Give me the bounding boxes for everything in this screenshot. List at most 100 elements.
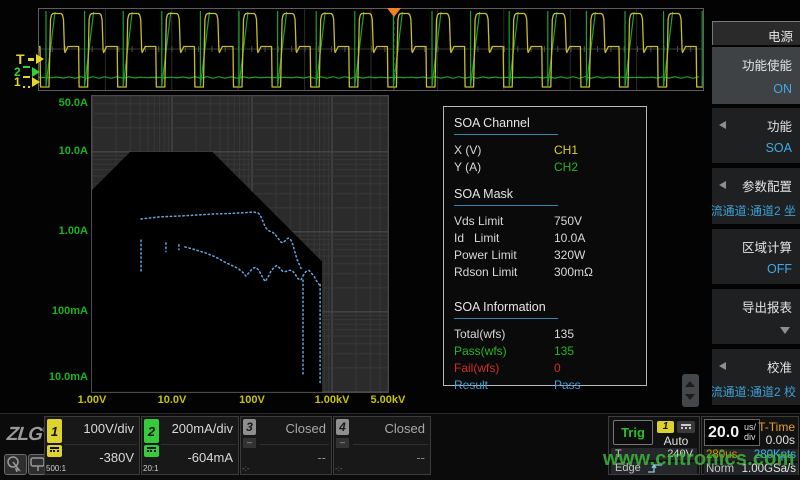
x-tick-label: 5.00kV bbox=[370, 394, 405, 406]
soa-info-panel: SOA Channel X (V) CH1 Y (A) CH2 SOA Mask… bbox=[443, 106, 647, 386]
channel-1-offset: -380V bbox=[64, 450, 134, 465]
channel-3-box[interactable]: 3 – -:- Closed -- bbox=[240, 416, 332, 475]
soa-x-channel-row: X (V) CH1 bbox=[454, 142, 646, 159]
chevron-up-icon[interactable] bbox=[685, 381, 695, 387]
channel-1-badge: 1 bbox=[47, 419, 62, 443]
chevron-down-icon[interactable] bbox=[685, 394, 695, 400]
chevron-left-icon bbox=[719, 362, 726, 370]
channel-4-offset: -- bbox=[353, 450, 425, 465]
x-tick-label: 10.0V bbox=[158, 394, 187, 406]
y-tick-label: 100mA bbox=[34, 305, 88, 317]
section-rule bbox=[454, 318, 558, 319]
timebase-value: 20.0 bbox=[708, 424, 739, 442]
watermark: www.cntronics.com bbox=[603, 448, 795, 471]
coupling-off-icon: – bbox=[336, 438, 349, 448]
channel-3-badge: 3 bbox=[243, 419, 256, 435]
channel-4-badge: 4 bbox=[336, 419, 349, 435]
arrow-right-icon bbox=[36, 54, 44, 64]
section-rule bbox=[454, 134, 558, 135]
mask-row: Rdson Limit 300mΩ bbox=[454, 264, 646, 281]
section-rule bbox=[454, 205, 558, 206]
channel-1-marker[interactable]: 1 bbox=[14, 75, 40, 89]
sidebar-item-power[interactable]: 电源 bbox=[712, 21, 800, 45]
soa-plot-canvas bbox=[92, 96, 388, 392]
arrow-shaft-icon bbox=[28, 58, 34, 61]
channel-4-box[interactable]: 4 – -:- Closed -- bbox=[333, 416, 431, 475]
brand-logo: ZLG® bbox=[6, 424, 49, 446]
waveform-strip bbox=[38, 8, 704, 91]
t-time-value: 0.00s bbox=[766, 433, 795, 447]
probe-ratio: 20:1 bbox=[143, 464, 159, 473]
info-row-result: Result Pass bbox=[454, 377, 646, 394]
y-tick-label: 1.00A bbox=[34, 225, 88, 237]
x-tick-label: 1.00kV bbox=[315, 394, 350, 406]
divider bbox=[64, 444, 137, 445]
arrow-right-icon bbox=[32, 77, 40, 87]
chevron-down-icon bbox=[780, 327, 790, 334]
channel-2-box[interactable]: 2 20:1 200mA/div -604mA bbox=[141, 416, 239, 475]
sidebar-item-calibration[interactable]: 校准 电流通道:通道2 校 bbox=[712, 349, 800, 405]
sidebar-item-export-report[interactable]: 导出报表 bbox=[712, 289, 800, 344]
y-channel-value: CH2 bbox=[554, 159, 578, 176]
soa-y-channel-row: Y (A) CH2 bbox=[454, 159, 646, 176]
channel-1-label: 1 bbox=[14, 75, 21, 89]
sidebar-item-function-enable[interactable]: 功能使能 ON bbox=[712, 47, 800, 104]
info-row-fail: Fail(wfs) 0 bbox=[454, 360, 646, 377]
menu-scroll-control[interactable] bbox=[682, 374, 699, 407]
trigger-mode: Auto bbox=[655, 434, 697, 448]
sidebar-item-parameter-config[interactable]: 参数配置 电流通道:通道2 坐 bbox=[712, 168, 800, 224]
oscilloscope-screen: T 2 1 1.00V10.0V100V1.00kV5.00kV50.0A10.… bbox=[0, 0, 800, 480]
mask-row: Id Limit 10.0A bbox=[454, 230, 646, 247]
touch-tool-button[interactable] bbox=[4, 454, 27, 475]
coupling-off-icon: – bbox=[243, 438, 256, 448]
trigger-coupling-icon bbox=[677, 421, 695, 433]
soa-plot bbox=[92, 96, 388, 392]
sidebar-item-function[interactable]: 功能 SOA bbox=[712, 108, 800, 163]
soa-information-title: SOA Information bbox=[454, 297, 646, 318]
y-tick-label: 10.0mA bbox=[34, 371, 88, 383]
info-row-total: Total(wfs) 135 bbox=[454, 326, 646, 343]
waveform-canvas bbox=[39, 9, 703, 90]
touch-icon bbox=[5, 455, 24, 472]
trigger-status: Trig bbox=[613, 420, 653, 445]
timebase-unit: us/ div bbox=[744, 422, 756, 442]
x-channel-value: CH1 bbox=[554, 142, 578, 159]
trigger-source-badge: 1 bbox=[657, 421, 674, 433]
dc-coupling-icon bbox=[47, 445, 62, 457]
channel-2-offset: -604mA bbox=[161, 450, 233, 465]
chevron-left-icon bbox=[719, 121, 726, 129]
channel-3-offset: -- bbox=[260, 450, 326, 465]
x-channel-label: X (V) bbox=[454, 142, 554, 159]
y-tick-label: 10.0A bbox=[34, 145, 88, 157]
probe-ratio: -:- bbox=[242, 464, 250, 473]
channel-3-state: Closed bbox=[260, 421, 326, 436]
y-tick-label: 50.0A bbox=[34, 97, 88, 109]
probe-ratio: -:- bbox=[335, 464, 343, 473]
scrolling-config-text: 电流通道:通道2 校 bbox=[712, 383, 796, 400]
x-tick-label: 100V bbox=[239, 394, 265, 406]
x-tick-label: 1.00V bbox=[78, 394, 107, 406]
mask-row: Power Limit 320W bbox=[454, 247, 646, 264]
info-row-pass: Pass(wfs) 135 bbox=[454, 343, 646, 360]
channel-1-scale: 100V/div bbox=[64, 421, 134, 436]
divider bbox=[353, 444, 428, 445]
channel-2-scale: 200mA/div bbox=[161, 421, 233, 436]
soa-channel-title: SOA Channel bbox=[454, 113, 646, 134]
channel-1-box[interactable]: 1 500:1 100V/div -380V bbox=[44, 416, 140, 475]
channel-4-state: Closed bbox=[353, 421, 425, 436]
chevron-left-icon bbox=[719, 181, 726, 189]
probe-ratio: 500:1 bbox=[46, 464, 66, 473]
t-time-label: T-Time bbox=[758, 420, 795, 434]
scrolling-config-text: 电流通道:通道2 坐 bbox=[712, 202, 796, 219]
soa-mask-title: SOA Mask bbox=[454, 184, 646, 205]
divider bbox=[260, 444, 329, 445]
sidebar-item-area-calculation[interactable]: 区域计算 OFF bbox=[712, 229, 800, 284]
y-channel-label: Y (A) bbox=[454, 159, 554, 176]
mask-row: Vds Limit 750V bbox=[454, 213, 646, 230]
dc-coupling-icon bbox=[144, 445, 159, 457]
trigger-position-icon[interactable] bbox=[387, 8, 401, 17]
divider bbox=[161, 444, 236, 445]
coupling-icon bbox=[23, 76, 30, 88]
channel-2-badge: 2 bbox=[144, 419, 159, 443]
timebase-scale-box: 20.0 us/ div bbox=[704, 419, 760, 446]
